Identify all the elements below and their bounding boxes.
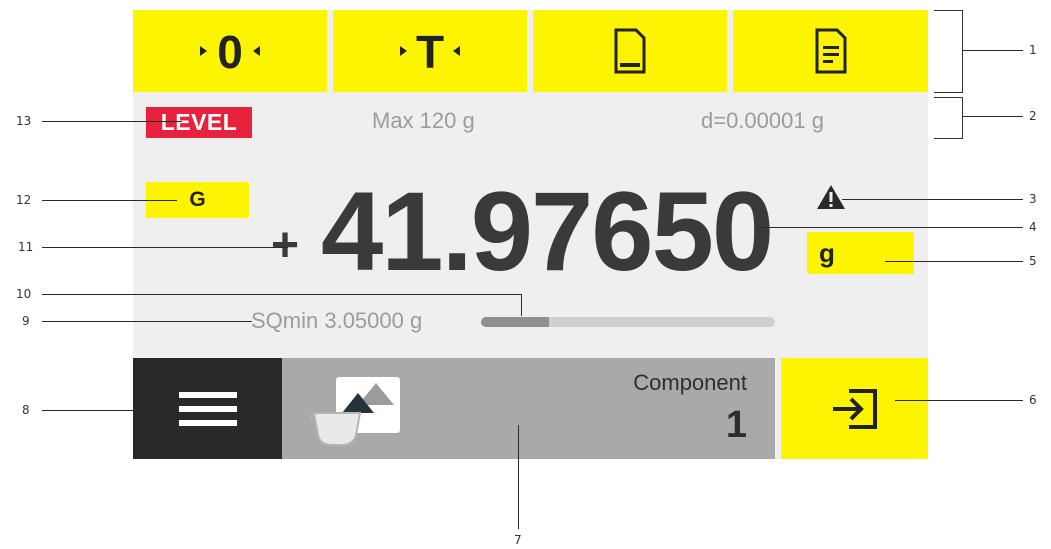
enter-icon (832, 388, 877, 429)
callout-bracket-2 (934, 97, 963, 139)
sqmin-progress-fill (481, 317, 549, 327)
hamburger-line (178, 405, 237, 412)
readability: d=0.00001 g (701, 108, 824, 133)
callout-line-9 (42, 321, 252, 322)
unit-selector[interactable]: g (807, 232, 914, 274)
weight-sign: + (271, 219, 300, 272)
callout-line-11 (42, 247, 288, 248)
callout-11: 11 (18, 240, 34, 254)
callout-9: 9 (22, 314, 30, 328)
svg-text:T: T (416, 26, 444, 76)
component-label: Component (633, 370, 747, 395)
sqmin-progress-bar (481, 317, 775, 327)
component-panel[interactable]: Component 1 (282, 358, 775, 459)
callout-6: 6 (1029, 393, 1037, 407)
callout-line-3 (842, 199, 1023, 200)
sqmin-label: SQmin 3.05000 g (251, 308, 423, 333)
callout-13: 13 (16, 114, 32, 128)
callout-12: 12 (16, 193, 32, 207)
weight-value: 41.97650 (321, 169, 774, 294)
callout-5: 5 (1029, 254, 1037, 268)
component-number: 1 (725, 404, 747, 446)
print-single-button[interactable] (533, 10, 727, 92)
svg-text:0: 0 (217, 26, 243, 76)
callout-line-13 (42, 121, 182, 122)
callout-bracket-1 (934, 10, 963, 93)
max-capacity: Max 120 g (372, 108, 475, 133)
callout-8: 8 (22, 403, 30, 417)
protocol-button[interactable] (733, 10, 928, 92)
callout-4: 4 (1029, 220, 1037, 234)
warning-triangle-icon (817, 185, 845, 209)
callout-line-7 (518, 425, 519, 529)
callout-1: 1 (1029, 43, 1037, 57)
level-warning-badge[interactable]: LEVEL (146, 107, 252, 138)
single-document-icon (614, 28, 646, 74)
callout-line-8 (42, 410, 162, 411)
callout-line-5 (885, 261, 1023, 262)
callout-3: 3 (1029, 192, 1037, 206)
weighing-vessel-icon (310, 377, 400, 446)
zero-button[interactable]: 0 (133, 10, 327, 92)
document-lines-icon (815, 28, 846, 74)
callout-line-12 (42, 200, 177, 201)
menu-button[interactable] (133, 358, 282, 459)
callout-line-10 (42, 294, 522, 295)
callout-line-1 (963, 50, 1023, 51)
tare-button[interactable]: T (333, 10, 527, 92)
hamburger-menu-icon (178, 391, 237, 398)
callout-line-2 (963, 116, 1023, 117)
enter-button[interactable] (781, 358, 928, 459)
callout-line-6 (895, 400, 1023, 401)
tare-icon: T (400, 26, 460, 76)
zero-icon: 0 (200, 26, 260, 76)
callout-10: 10 (16, 287, 32, 301)
callout-line-4 (760, 227, 1023, 228)
callout-line-10-drop (521, 294, 522, 316)
hamburger-line (178, 419, 237, 426)
balance-screen: 0 T LEVEL Max 120 g d=0.00001 g G + 41.9… (133, 10, 928, 459)
callout-7: 7 (514, 533, 522, 547)
callout-2: 2 (1029, 109, 1037, 123)
